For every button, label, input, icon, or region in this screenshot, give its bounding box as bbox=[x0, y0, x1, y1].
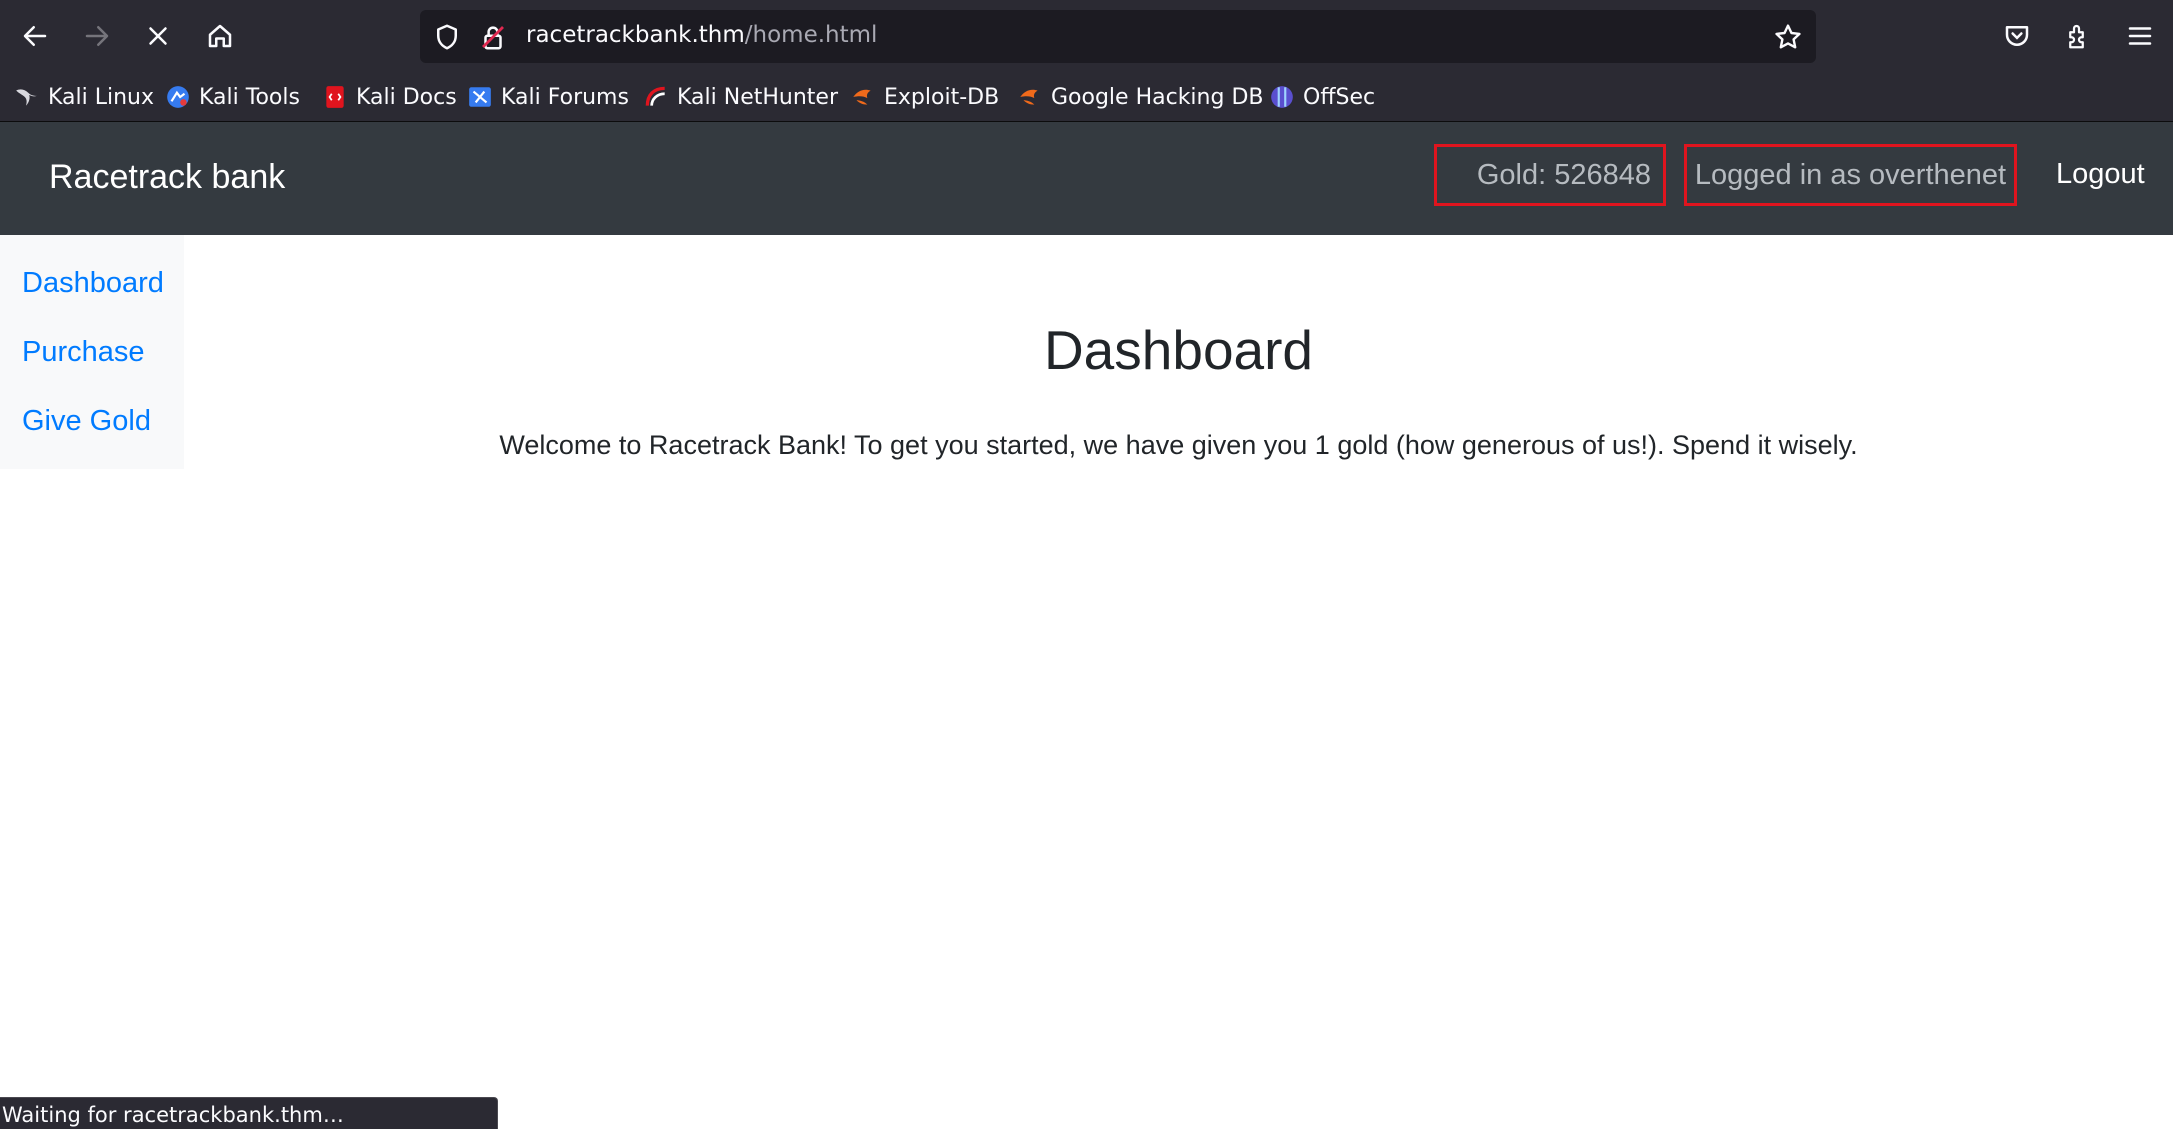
status-bar: Waiting for racetrackbank.thm… bbox=[0, 1097, 498, 1129]
sidebar-item-dashboard[interactable]: Dashboard bbox=[22, 267, 164, 300]
bookmark-label: OffSec bbox=[1303, 84, 1376, 110]
page-title: Dashboard bbox=[1043, 319, 1314, 381]
tracking-protection-shield-icon[interactable] bbox=[432, 22, 462, 52]
bookmark-label: Exploit-DB bbox=[884, 84, 1000, 110]
forward-arrow-icon[interactable] bbox=[77, 16, 117, 56]
kali-docs-icon bbox=[326, 86, 344, 108]
bookmark-kali-linux[interactable]: Kali Linux bbox=[14, 80, 154, 114]
bookmark-kali-nethunter[interactable]: Kali NetHunter bbox=[643, 80, 838, 114]
insecure-lock-icon[interactable] bbox=[478, 22, 508, 52]
bookmark-label: Kali Linux bbox=[48, 84, 155, 110]
home-icon[interactable] bbox=[200, 16, 240, 56]
google-hacking-db-icon bbox=[1020, 89, 1038, 105]
bookmark-label: Kali Forums bbox=[501, 84, 629, 110]
bookmark-offsec[interactable]: OffSec bbox=[1269, 80, 1375, 114]
kali-forums-icon bbox=[469, 87, 491, 107]
sidebar-item-give-gold[interactable]: Give Gold bbox=[22, 405, 151, 438]
kali-tools-icon bbox=[167, 86, 189, 108]
logout-link[interactable]: Logout bbox=[2056, 158, 2145, 191]
stop-loading-icon[interactable] bbox=[138, 16, 178, 56]
gold-balance: Gold: 526848 bbox=[1434, 144, 1666, 206]
url-bar[interactable]: racetrackbank.thm/home.html bbox=[420, 10, 1816, 63]
brand-link[interactable]: Racetrack bank bbox=[49, 158, 285, 197]
bookmark-label: Kali NetHunter bbox=[677, 84, 838, 110]
hamburger-menu-icon[interactable] bbox=[2120, 16, 2160, 56]
bookmark-google-hacking-db[interactable]: Google Hacking DB bbox=[1017, 80, 1263, 114]
back-arrow-icon[interactable] bbox=[15, 16, 55, 56]
offsec-icon bbox=[1271, 86, 1293, 108]
site-navbar: Racetrack bank Gold: 526848 Logged in as… bbox=[0, 122, 2173, 235]
bookmark-star-icon[interactable] bbox=[1772, 21, 1804, 53]
extensions-icon[interactable] bbox=[2059, 16, 2099, 56]
logged-in-user: Logged in as overthenet bbox=[1684, 144, 2017, 206]
bookmarks-toolbar: Kali Linux Kali Tools Kali Docs Kali For… bbox=[0, 74, 2173, 122]
bookmark-kali-docs[interactable]: Kali Docs bbox=[322, 80, 457, 114]
kali-dragon-icon bbox=[16, 89, 37, 106]
bookmark-exploit-db[interactable]: Exploit-DB bbox=[850, 80, 999, 114]
url-path: /home.html bbox=[744, 22, 878, 48]
bookmark-label: Kali Docs bbox=[356, 84, 457, 110]
bookmark-kali-tools[interactable]: Kali Tools bbox=[165, 80, 300, 114]
bookmark-label: Google Hacking DB bbox=[1051, 84, 1264, 110]
url-text[interactable]: racetrackbank.thm/home.html bbox=[526, 22, 877, 48]
url-host: racetrackbank.thm bbox=[526, 22, 745, 48]
browser-toolbar: racetrackbank.thm/home.html bbox=[0, 0, 2173, 74]
exploit-db-icon bbox=[853, 89, 871, 105]
bookmark-label: Kali Tools bbox=[199, 84, 300, 110]
kali-nethunter-icon bbox=[645, 86, 665, 106]
pocket-icon[interactable] bbox=[1997, 16, 2037, 56]
page-title-wrap: Dashboard bbox=[0, 318, 2173, 382]
welcome-message: Welcome to Racetrack Bank! To get you st… bbox=[499, 430, 1858, 460]
bookmark-kali-forums[interactable]: Kali Forums bbox=[467, 80, 629, 114]
